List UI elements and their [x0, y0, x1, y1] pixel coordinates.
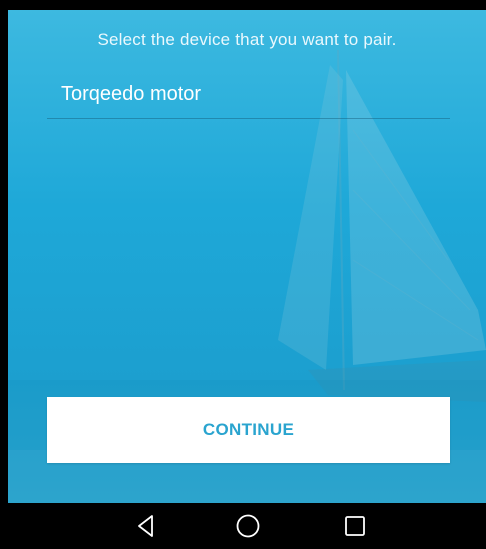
home-button[interactable] [235, 513, 261, 539]
home-circle-icon [236, 514, 260, 538]
device-list-item[interactable]: Torqeedo motor [47, 70, 450, 119]
continue-button-label: CONTINUE [202, 420, 295, 439]
pairing-instruction: Select the device that you want to pair. [97, 30, 397, 49]
device-name: Torqeedo motor [61, 82, 202, 105]
phone-screen: Select the device that you want to pair.… [0, 0, 486, 549]
device-list: Torqeedo motor [47, 70, 450, 119]
back-triangle-icon [138, 515, 153, 537]
system-navigation-bar [0, 503, 486, 549]
recents-button[interactable] [342, 513, 368, 539]
back-button[interactable] [133, 513, 159, 539]
continue-button[interactable]: CONTINUE [47, 397, 450, 463]
pairing-screen: Select the device that you want to pair.… [8, 10, 486, 503]
recents-square-icon [345, 516, 365, 536]
